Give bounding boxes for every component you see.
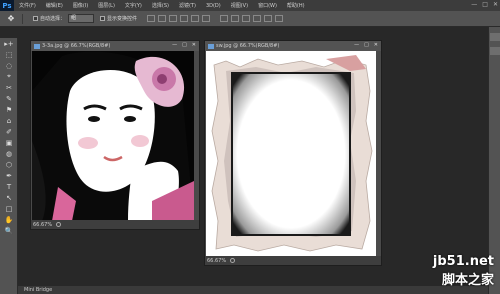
quick-select-tool[interactable]: ⌖ [0,71,18,82]
marquee-tool[interactable]: ⬚ [0,49,18,60]
eraser-tool[interactable]: ◍ [0,148,18,159]
document-window-frame[interactable]: sw.jpg @ 66.7%(RGB/8#) — □ ✕ 66.67% [204,40,382,266]
align-vcenter-icon[interactable] [158,15,167,22]
align-hcenter-icon[interactable] [191,15,200,22]
watermark-name: 脚本之家 [441,273,494,288]
close-icon[interactable]: ✕ [493,1,498,8]
distribute-left-icon[interactable] [253,15,262,22]
menu-help[interactable]: 帮助(H) [282,2,310,9]
status-info-icon[interactable] [56,222,62,227]
document-title: 3-3a.jpg @ 66.7%(RGB/8#) [42,43,111,49]
type-tool[interactable]: T [0,181,18,192]
auto-select-checkbox[interactable] [33,16,38,21]
mini-bridge-bar: Mini Bridge [18,286,488,294]
menu-window[interactable]: 窗口(W) [253,2,282,9]
clone-stamp-tool[interactable]: ✐ [0,126,18,137]
document-canvas-frame[interactable] [206,51,376,257]
distribute-top-icon[interactable] [220,15,229,22]
status-info-icon[interactable] [230,258,236,263]
watermark-domain: jb51.net [432,254,494,269]
distribute-vcenter-icon[interactable] [231,15,240,22]
menu-bar: Ps 文件(F) 编辑(E) 图像(I) 图层(L) 文字(Y) 选择(S) 滤… [0,0,500,11]
zoom-level[interactable]: 66.67% [33,222,52,228]
move-tool-icon[interactable]: ✥ [4,13,18,25]
site-watermark: jb51.net 脚本之家 [433,254,494,288]
align-top-icon[interactable] [147,15,156,22]
doc-maximize-icon[interactable]: □ [182,42,187,48]
doc-close-icon[interactable]: ✕ [374,42,378,48]
align-right-icon[interactable] [202,15,211,22]
menu-edit[interactable]: 编辑(E) [41,2,68,9]
doc-minimize-icon[interactable]: — [354,42,359,48]
auto-select-dropdown[interactable]: 组 [68,14,95,23]
document-title: sw.jpg @ 66.7%(RGB/8#) [216,43,280,49]
menu-type[interactable]: 文字(Y) [120,2,147,9]
menu-file[interactable]: 文件(F) [14,2,41,9]
window-controls: — □ ✕ [471,1,498,8]
document-title-bar[interactable]: sw.jpg @ 66.7%(RGB/8#) — □ ✕ [205,41,381,51]
auto-select-label: 自动选择： [40,16,66,22]
menu-layer[interactable]: 图层(L) [93,2,120,9]
menu-3d[interactable]: 3D(D) [201,3,226,9]
tools-panel: ▸+ ⬚ ◌ ⌖ ✂ ✎ ⚑ ⌂ ✐ ▣ ◍ ⬡ ✒ T ↖ □ ✋ 🔍 [0,38,18,294]
panel-icon[interactable] [489,33,500,41]
photoshop-logo: Ps [0,0,14,11]
doc-close-icon[interactable]: ✕ [192,42,196,48]
brush-tool[interactable]: ⌂ [0,115,18,126]
show-transform-label: 显示变换控件 [107,16,138,22]
move-tool[interactable]: ▸+ [0,38,18,49]
hand-tool[interactable]: ✋ [0,214,18,225]
torn-paper-artwork [206,51,376,257]
document-title-bar[interactable]: 3-3a.jpg @ 66.7%(RGB/8#) — □ ✕ [31,41,199,51]
show-transform-checkbox[interactable] [100,16,106,21]
menu-filter[interactable]: 滤镜(T) [174,2,201,9]
mini-bridge-label[interactable]: Mini Bridge [24,287,52,293]
align-left-icon[interactable] [180,15,189,22]
crop-tool[interactable]: ✂ [0,82,18,93]
menu-image[interactable]: 图像(I) [68,2,93,9]
menu-select[interactable]: 选择(S) [147,2,174,9]
divider [22,13,23,24]
shape-tool[interactable]: □ [0,203,18,214]
document-canvas-portrait[interactable] [32,51,194,221]
history-brush-tool[interactable]: ▣ [0,137,18,148]
minimize-icon[interactable]: — [471,1,477,8]
menu-view[interactable]: 视图(V) [226,2,253,9]
distribute-right-icon[interactable] [275,15,284,22]
align-buttons [147,15,211,22]
doc-minimize-icon[interactable]: — [172,42,177,48]
distribute-bottom-icon[interactable] [242,15,251,22]
zoom-tool[interactable]: 🔍 [0,225,18,236]
document-icon [208,43,214,49]
document-status-bar: 66.67% [205,256,381,265]
maximize-icon[interactable]: □ [482,1,488,8]
distribute-hcenter-icon[interactable] [264,15,273,22]
pen-tool[interactable]: ✒ [0,170,18,181]
path-select-tool[interactable]: ↖ [0,192,18,203]
document-icon [34,43,40,49]
portrait-artwork [32,51,194,221]
eyedropper-tool[interactable]: ✎ [0,93,18,104]
document-controls: — □ ✕ [354,42,378,48]
lasso-tool[interactable]: ◌ [0,60,18,71]
doc-maximize-icon[interactable]: □ [364,42,369,48]
options-bar: ✥ 自动选择： 组 显示变换控件 [0,11,500,27]
align-bottom-icon[interactable] [169,15,178,22]
document-window-portrait[interactable]: 3-3a.jpg @ 66.7%(RGB/8#) — □ ✕ 66.67% [30,40,200,230]
document-status-bar: 66.67% [31,220,199,229]
panel-icon[interactable] [489,47,500,55]
zoom-level[interactable]: 66.67% [207,258,226,264]
gradient-tool[interactable]: ⬡ [0,159,18,170]
document-controls: — □ ✕ [172,42,196,48]
distribute-buttons [220,15,284,22]
healing-tool[interactable]: ⚑ [0,104,18,115]
